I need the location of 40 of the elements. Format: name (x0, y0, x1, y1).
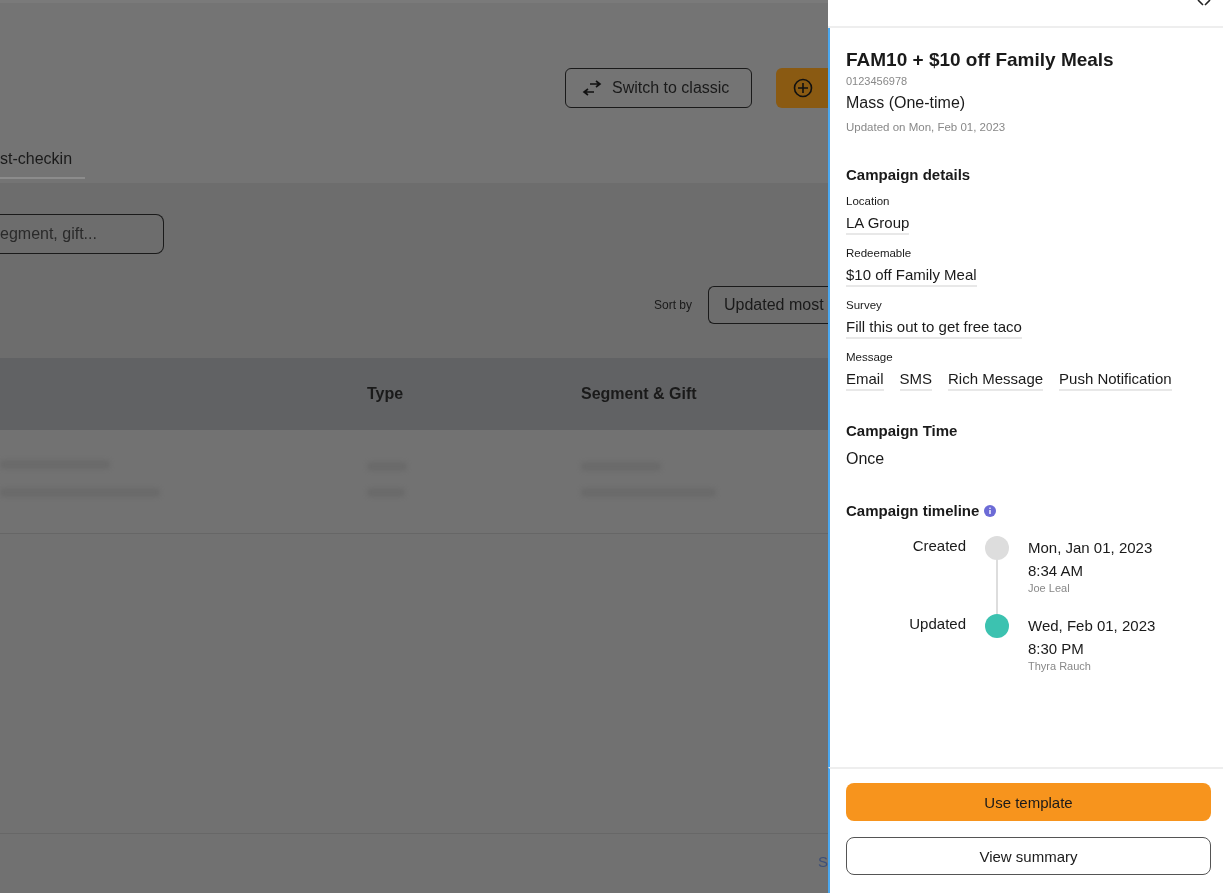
event-date: Mon, Jan 01, 2023 (1028, 538, 1153, 558)
event-time: 8:30 PM (1028, 639, 1085, 659)
field-value: LA Group (846, 214, 910, 235)
event-date: Wed, Feb 01, 2023 (1028, 616, 1156, 636)
field-label: Message (846, 351, 894, 363)
event-user: Joe Leal (1028, 582, 1071, 594)
updated-date: Updated on Mon, Feb 01, 2023 (846, 121, 1007, 133)
field-label: Survey (846, 299, 883, 311)
field-value: Fill this out to get free taco (846, 318, 1022, 339)
campaign-code: 0123456978 (846, 75, 909, 87)
field-label: Location (846, 195, 891, 207)
field-value: $10 off Family Meal (846, 266, 977, 287)
column-header: Segment & Gift (581, 385, 697, 403)
event-label: Updated (908, 614, 966, 634)
field-label: Redeemable (846, 247, 913, 259)
section-heading: Campaign details (846, 166, 972, 183)
create-button[interactable] (776, 68, 828, 108)
sort-dropdown[interactable]: Updated most (708, 286, 828, 324)
swap-arrows-icon (582, 80, 602, 96)
view-summary-button[interactable]: View summary (846, 837, 1211, 875)
campaign-type: Mass (One-time) (846, 94, 967, 112)
event-user: Thyra Rauch (1028, 660, 1092, 672)
sort-label: Sort by (654, 298, 692, 312)
campaign-time-value: Once (846, 450, 886, 468)
field-value: SMS (899, 370, 933, 391)
plus-circle-icon (793, 78, 813, 98)
column-header: Type (367, 385, 404, 403)
field-value: Push Notification (1059, 370, 1172, 391)
event-time: 8:34 AM (1028, 561, 1085, 581)
campaign-title: FAM10 + $10 off Family Meals (846, 48, 1115, 72)
use-template-button[interactable]: Use template (846, 783, 1211, 821)
info-icon[interactable] (984, 504, 997, 517)
section-heading: Campaign timeline (846, 502, 980, 519)
field-value: Email (846, 370, 884, 391)
event-label: Created (911, 536, 966, 556)
section-heading: Campaign Time (846, 422, 959, 439)
tab[interactable]: st-checkin (0, 150, 85, 179)
switch-classic-button[interactable]: Switch to classic (565, 68, 752, 108)
search-field[interactable]: egment, gift... (0, 214, 164, 254)
field-value: Rich Message (948, 370, 1044, 391)
